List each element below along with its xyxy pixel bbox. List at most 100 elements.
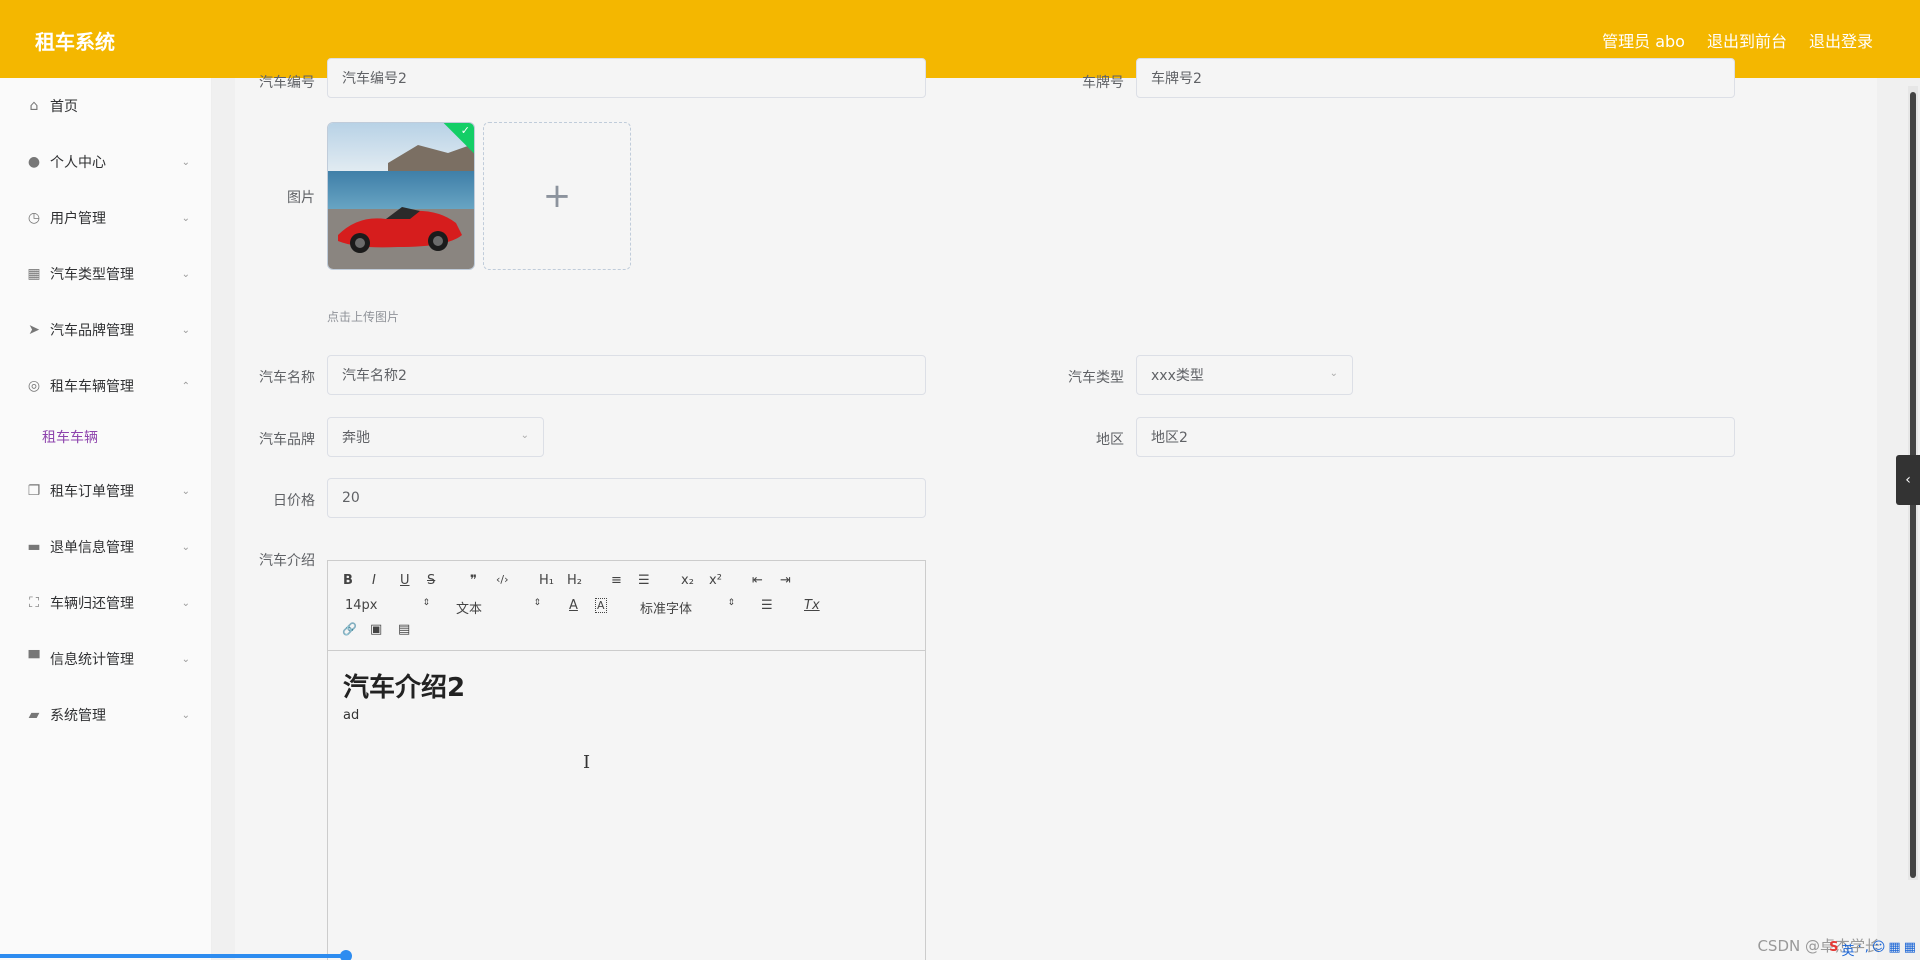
sidebar-item-rental-orders[interactable]: ❐ 租车订单管理 ⌄ bbox=[0, 471, 212, 511]
sidebar-item-label: 车辆归还管理 bbox=[50, 596, 134, 612]
sidebar-item-label: 系统管理 bbox=[50, 708, 106, 724]
plate-value: 车牌号2 bbox=[1151, 71, 1202, 87]
quote-button[interactable]: ❞ bbox=[470, 573, 477, 588]
bullet-list-button[interactable]: ☰ bbox=[638, 573, 650, 588]
region-value: 地区2 bbox=[1151, 430, 1188, 446]
bold-button[interactable]: B bbox=[343, 573, 353, 588]
ime-emoji-icon[interactable]: ☺ bbox=[1872, 940, 1886, 959]
plate-input[interactable]: 车牌号2 bbox=[1136, 58, 1735, 98]
ordered-list-button[interactable]: ≡ bbox=[611, 573, 622, 588]
car-photo-image bbox=[328, 123, 474, 269]
region-input[interactable]: 地区2 bbox=[1136, 417, 1735, 457]
check-icon: ✓ bbox=[460, 124, 470, 137]
brand-value: 奔驰 bbox=[342, 430, 370, 446]
name-label: 汽车名称 bbox=[259, 370, 315, 386]
admin-label: 管理员 abo bbox=[1602, 32, 1685, 51]
sidebar-item-profile[interactable]: ● 个人中心 ⌄ bbox=[0, 142, 212, 182]
italic-button[interactable]: I bbox=[372, 573, 376, 588]
underline-button[interactable]: U bbox=[400, 573, 410, 588]
ime-menu-icon[interactable]: ▦ bbox=[1904, 940, 1916, 959]
sidebar-item-label: 个人中心 bbox=[50, 155, 106, 171]
price-label: 日价格 bbox=[273, 493, 315, 509]
editor-toolbar: B I U S ❞ ‹/› H₁ H₂ ≡ ☰ x₂ x² ⇤ ⇥ 14px ⇕… bbox=[328, 561, 925, 651]
sidebar-item-system[interactable]: ▰ 系统管理 ⌄ bbox=[0, 695, 212, 735]
chevron-down-icon: ⌄ bbox=[181, 268, 190, 280]
image-button[interactable]: ▣ bbox=[370, 622, 382, 637]
h2-button[interactable]: H₂ bbox=[567, 573, 582, 588]
clock-icon: ◷ bbox=[27, 210, 41, 226]
sidebar-item-car-types[interactable]: ▦ 汽车类型管理 ⌄ bbox=[0, 254, 212, 294]
code-button[interactable]: ‹/› bbox=[496, 573, 509, 586]
sidebar-item-rental-vehicles[interactable]: ◎ 租车车辆管理 ⌃ bbox=[0, 366, 212, 406]
grid-icon: ▦ bbox=[27, 266, 41, 282]
link-button[interactable]: 🔗 bbox=[342, 622, 357, 636]
home-icon: ⌂ bbox=[29, 98, 39, 114]
sidebar-item-statistics[interactable]: ▀ 信息统计管理 ⌄ bbox=[0, 639, 212, 679]
sidebar-item-label: 租车车辆管理 bbox=[50, 379, 134, 395]
brand-label: 汽车品牌 bbox=[259, 432, 315, 448]
editor-content[interactable]: 汽车介绍2 ad bbox=[328, 651, 925, 737]
intro-label: 汽车介绍 bbox=[259, 553, 315, 569]
ime-lang[interactable]: 英 bbox=[1842, 940, 1855, 959]
sidebar-item-label: 汽车类型管理 bbox=[50, 267, 134, 283]
h1-button[interactable]: H₁ bbox=[539, 573, 554, 588]
sidebar-subitem-rental-vehicles[interactable]: 租车车辆 bbox=[0, 417, 212, 457]
chevron-down-icon: ⌄ bbox=[181, 485, 190, 497]
indent-button[interactable]: ⇥ bbox=[780, 573, 791, 588]
brand-select[interactable]: 奔驰 ⌄ bbox=[327, 417, 544, 457]
type-select[interactable]: xxx类型 ⌄ bbox=[1136, 355, 1353, 395]
outdent-button[interactable]: ⇤ bbox=[752, 573, 763, 588]
back-to-frontend-link[interactable]: 退出到前台 bbox=[1707, 28, 1787, 52]
name-input[interactable]: 汽车名称2 bbox=[327, 355, 926, 395]
video-progress-bar[interactable] bbox=[0, 954, 350, 958]
upload-tip: 点击上传图片 bbox=[327, 310, 400, 324]
region-label: 地区 bbox=[1096, 432, 1124, 448]
font-size-select[interactable]: 14px ⇕ bbox=[345, 598, 430, 613]
upload-add-button[interactable]: + bbox=[483, 122, 631, 270]
image-label: 图片 bbox=[287, 190, 315, 206]
strike-button[interactable]: S bbox=[427, 573, 435, 588]
superscript-button[interactable]: x² bbox=[709, 573, 722, 588]
progress-knob[interactable] bbox=[340, 950, 352, 960]
sidebar-item-car-brands[interactable]: ➤ 汽车品牌管理 ⌄ bbox=[0, 310, 212, 350]
sidebar-item-users[interactable]: ◷ 用户管理 ⌄ bbox=[0, 198, 212, 238]
chevron-down-icon: ⌄ bbox=[181, 324, 190, 336]
type-value: xxx类型 bbox=[1151, 368, 1204, 384]
text-cursor-icon: I bbox=[583, 752, 591, 773]
price-input[interactable]: 20 bbox=[327, 478, 926, 518]
updown-icon: ⇕ bbox=[727, 598, 735, 608]
sidebar-item-label: 用户管理 bbox=[50, 211, 106, 227]
text-type-value: 文本 bbox=[456, 602, 483, 617]
ime-punct[interactable]: , bbox=[1865, 940, 1869, 959]
sidebar-item-returns[interactable]: ⛶ 车辆归还管理 ⌄ bbox=[0, 583, 212, 623]
sidebar-item-label: 汽车品牌管理 bbox=[50, 323, 134, 339]
sidebar-item-label: 信息统计管理 bbox=[50, 652, 134, 668]
align-button[interactable]: ☰ bbox=[761, 598, 773, 613]
chevron-down-icon: ⌄ bbox=[181, 653, 190, 665]
bg-color-button[interactable]: A bbox=[595, 598, 607, 613]
text-color-button[interactable]: A bbox=[569, 598, 578, 613]
chevron-down-icon: ⌄ bbox=[520, 430, 529, 441]
side-panel-toggle[interactable]: ‹ bbox=[1896, 455, 1920, 505]
rich-text-editor: B I U S ❞ ‹/› H₁ H₂ ≡ ☰ x₂ x² ⇤ ⇥ 14px ⇕… bbox=[327, 560, 926, 960]
ime-toolbar: S 英 · , ☺ ▦ ▦ bbox=[1829, 940, 1916, 959]
clear-format-button[interactable]: Tx bbox=[804, 598, 820, 613]
video-button[interactable]: ▤ bbox=[398, 622, 410, 637]
ime-logo-icon: S bbox=[1829, 940, 1839, 955]
sidebar-item-home[interactable]: ⌂ 首页 bbox=[0, 86, 212, 126]
font-family-select[interactable]: 标准字体 ⇕ bbox=[640, 598, 735, 617]
text-type-select[interactable]: 文本 ⇕ bbox=[456, 598, 541, 617]
fullscreen-icon: ⛶ bbox=[29, 595, 39, 611]
car-no-input[interactable]: 汽车编号2 bbox=[327, 58, 926, 98]
price-value: 20 bbox=[342, 490, 360, 506]
sidebar-item-label: 租车订单管理 bbox=[50, 484, 134, 500]
sidebar-item-refunds[interactable]: ▬ 退单信息管理 ⌄ bbox=[0, 527, 212, 567]
uploaded-car-image[interactable]: ✓ bbox=[327, 122, 475, 270]
ime-keyboard-icon[interactable]: ▦ bbox=[1888, 940, 1900, 959]
updown-icon: ⇕ bbox=[422, 598, 430, 608]
chevron-down-icon: ⌄ bbox=[181, 212, 190, 224]
name-value: 汽车名称2 bbox=[342, 368, 407, 384]
logout-link[interactable]: 退出登录 bbox=[1809, 28, 1873, 52]
header-links: 管理员 abo 退出到前台 退出登录 bbox=[1602, 28, 1873, 52]
subscript-button[interactable]: x₂ bbox=[681, 573, 694, 588]
